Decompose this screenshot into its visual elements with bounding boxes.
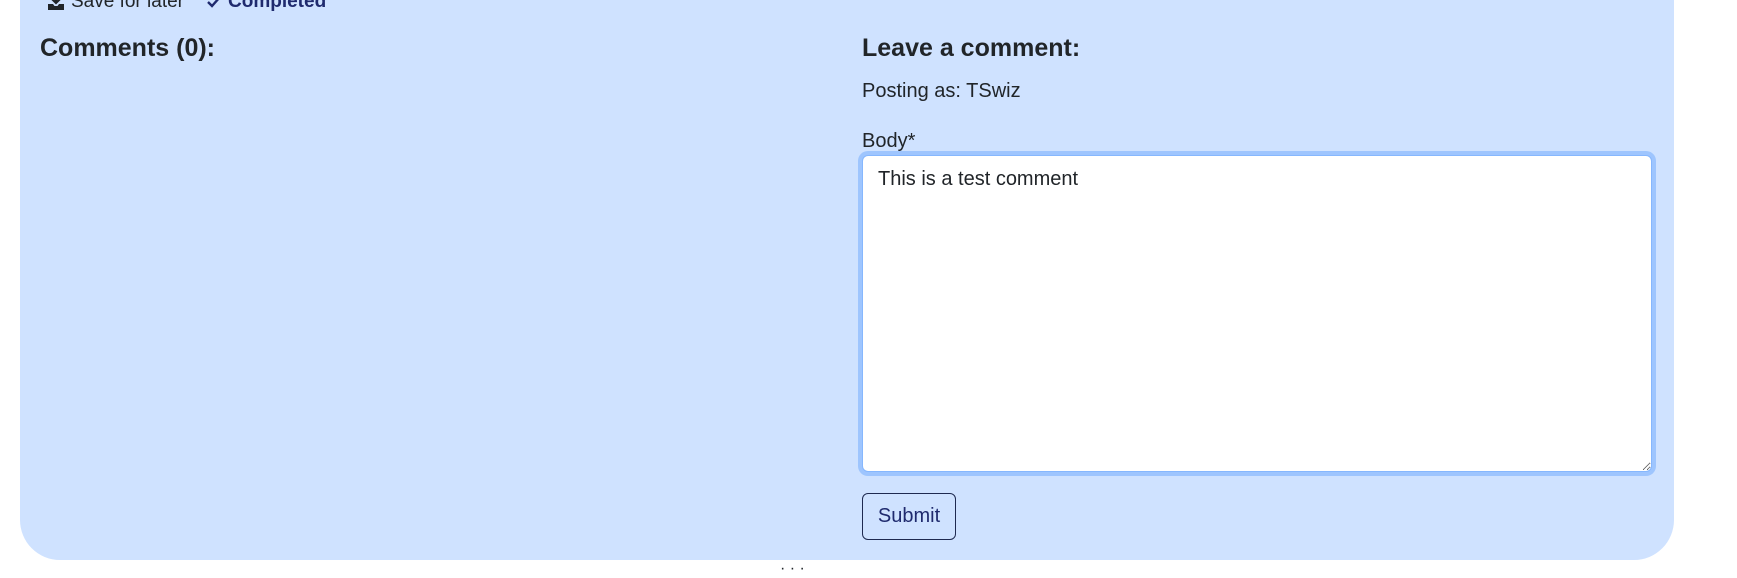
footer-fragment: · · ·: [780, 560, 805, 577]
check-icon: [206, 0, 222, 10]
download-tray-icon: [47, 0, 65, 11]
save-for-later-label: Save for later: [71, 0, 184, 12]
save-for-later-button[interactable]: Save for later: [47, 0, 184, 13]
submit-button[interactable]: Submit: [862, 493, 956, 540]
body-label: Body*: [862, 130, 916, 152]
top-actions: Save for later Completed: [47, 0, 326, 12]
body-textarea[interactable]: [862, 155, 1652, 472]
leave-comment-heading: Leave a comment:: [862, 34, 1081, 62]
comments-heading: Comments (0):: [40, 34, 216, 62]
posting-as-text: Posting as: TSwiz: [862, 80, 1021, 102]
completed-label: Completed: [228, 0, 327, 12]
completed-button[interactable]: Completed: [206, 0, 326, 13]
